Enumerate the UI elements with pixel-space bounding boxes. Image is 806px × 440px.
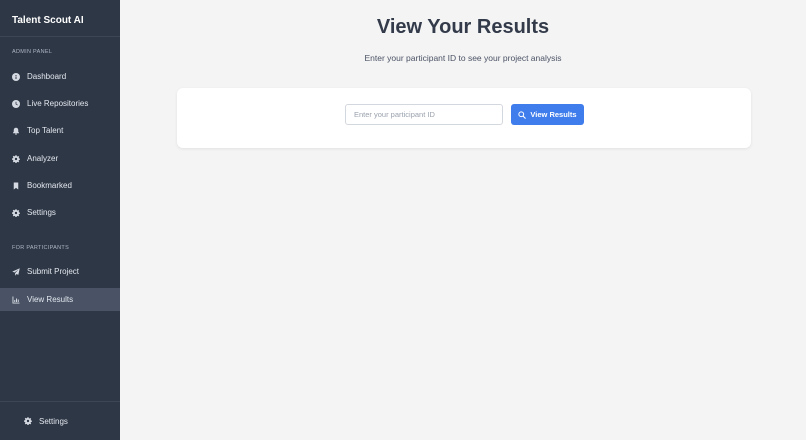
page-title: View Your Results <box>376 16 550 38</box>
clock-icon <box>12 99 20 108</box>
sidebar-item-submit-project[interactable]: Submit Project <box>0 260 120 283</box>
section-label-admin-panel: ADMIN PANEL <box>12 49 53 55</box>
sidebar: Talent Scout AI ADMIN PANEL Dashboard Li… <box>0 0 120 440</box>
sidebar-footer-settings[interactable]: Settings <box>0 401 120 440</box>
sidebar-item-bookmarked[interactable]: Bookmarked <box>0 174 120 197</box>
sidebar-item-view-results[interactable]: View Results <box>0 288 120 311</box>
gear-icon <box>24 417 32 425</box>
sidebar-item-top-talent[interactable]: Top Talent <box>0 119 120 142</box>
sidebar-item-label: Bookmarked <box>27 181 72 190</box>
bell-icon <box>12 127 20 135</box>
lookup-card: View Results <box>177 88 751 148</box>
sidebar-item-label: Settings <box>27 208 56 217</box>
sidebar-item-live-repositories[interactable]: Live Repositories <box>0 92 120 115</box>
page-subtitle: Enter your participant ID to see your pr… <box>364 53 562 63</box>
main-content: View Your Results Enter your participant… <box>120 0 806 440</box>
participant-id-input[interactable] <box>345 104 503 125</box>
bookmark-icon <box>12 182 20 190</box>
chart-icon <box>12 296 20 304</box>
view-results-button-label: View Results <box>530 110 577 119</box>
app-brand: Talent Scout AI <box>0 0 120 37</box>
sidebar-footer-label: Settings <box>39 416 68 426</box>
sidebar-item-label: Submit Project <box>27 267 80 276</box>
sidebar-item-label: Dashboard <box>27 72 67 81</box>
sidebar-item-label: Top Talent <box>27 126 64 135</box>
sidebar-item-label: Live Repositories <box>27 99 89 108</box>
sidebar-item-analyzer[interactable]: Analyzer <box>0 147 120 170</box>
paper-plane-icon <box>12 267 20 276</box>
sidebar-item-settings[interactable]: Settings <box>0 201 120 224</box>
section-label-for-participants: FOR PARTICIPANTS <box>12 245 70 251</box>
sidebar-item-dashboard[interactable]: Dashboard <box>0 65 120 88</box>
gear-icon <box>12 208 20 217</box>
gear-icon <box>12 154 20 163</box>
sidebar-item-label: Analyzer <box>27 154 59 163</box>
sidebar-item-label: View Results <box>27 295 74 304</box>
search-icon <box>518 110 527 119</box>
view-results-button[interactable]: View Results <box>511 104 584 125</box>
info-icon <box>12 72 20 81</box>
